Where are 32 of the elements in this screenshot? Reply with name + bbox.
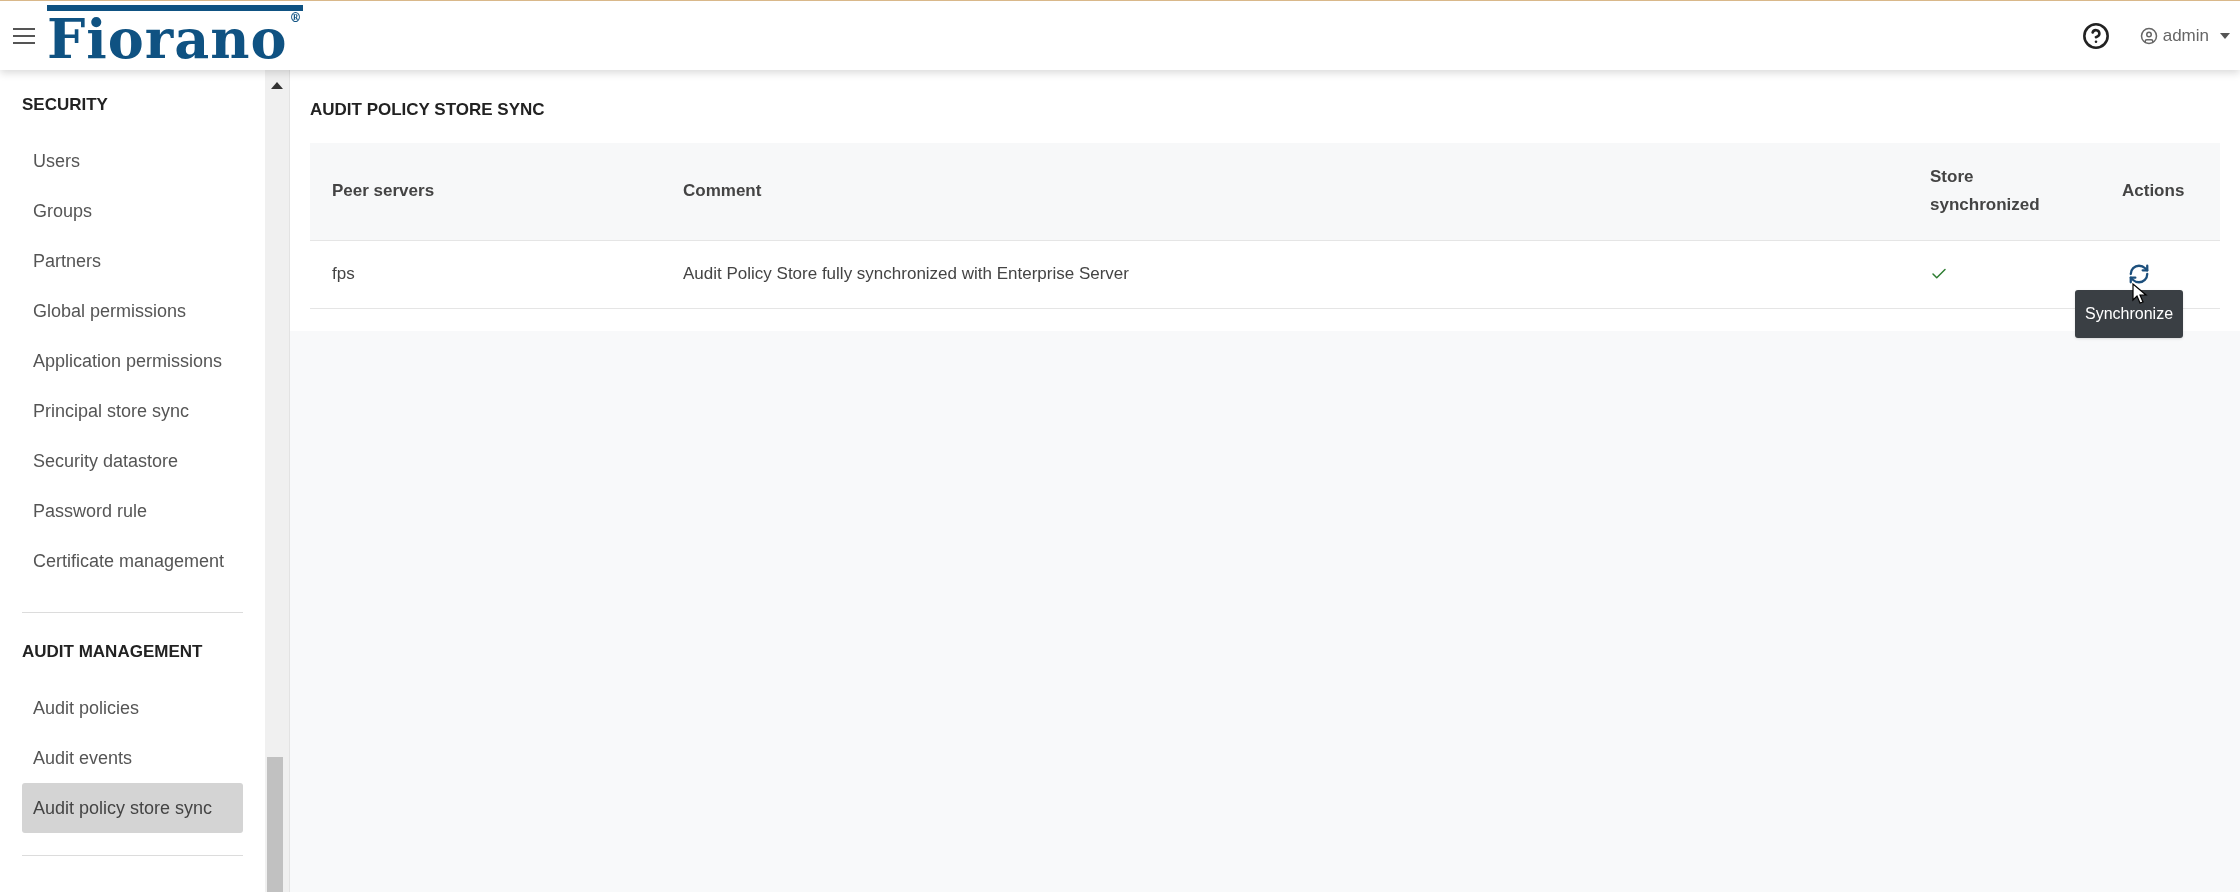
sidebar-item[interactable]: Application permissions <box>22 336 243 386</box>
caret-icon <box>2220 32 2230 39</box>
column-header: Peer servers <box>310 143 661 240</box>
sidebar-item[interactable]: Principal store sync <box>22 386 243 436</box>
column-header: Store synchronized <box>1908 143 2100 240</box>
sidebar-item[interactable]: Audit policy store sync <box>22 783 243 833</box>
sidebar-item[interactable]: Groups <box>22 186 243 236</box>
menu-icon[interactable] <box>13 27 35 44</box>
sidebar-item[interactable]: Password rule <box>22 486 243 536</box>
sidebar-item[interactable]: Security datastore <box>22 436 243 486</box>
user-menu[interactable]: admin <box>2139 22 2230 49</box>
table-cell: Audit Policy Store fully synchronized with Enterprise Server <box>661 240 1908 308</box>
sidebar-item[interactable]: Users <box>22 136 243 186</box>
sidebar-item[interactable]: Audit events <box>22 733 243 783</box>
sidebar-item[interactable]: Partners <box>22 236 243 286</box>
section-heading: SECURITY <box>22 94 109 116</box>
user-icon <box>2139 26 2158 45</box>
column-header: Actions <box>2100 143 2220 240</box>
help-icon[interactable] <box>2081 21 2110 50</box>
scroll-up-icon[interactable] <box>271 82 283 89</box>
section-heading: AUDIT MANAGEMENT <box>22 641 204 663</box>
scrollbar-thumb[interactable] <box>267 757 283 892</box>
sidebar-item[interactable]: Certificate management <box>22 536 243 586</box>
column-header: Comment <box>661 143 1908 240</box>
sync-icon[interactable] <box>2128 263 2150 285</box>
tooltip: Synchronize <box>2075 290 2184 338</box>
cursor-icon <box>2132 283 2148 305</box>
table-cell: fps <box>310 240 661 308</box>
sidebar-item[interactable]: Global permissions <box>22 286 243 336</box>
page-title: AUDIT POLICY STORE SYNC <box>310 100 546 120</box>
sidebar-item[interactable]: Audit policies <box>22 683 243 733</box>
scrollbar[interactable] <box>265 70 290 892</box>
